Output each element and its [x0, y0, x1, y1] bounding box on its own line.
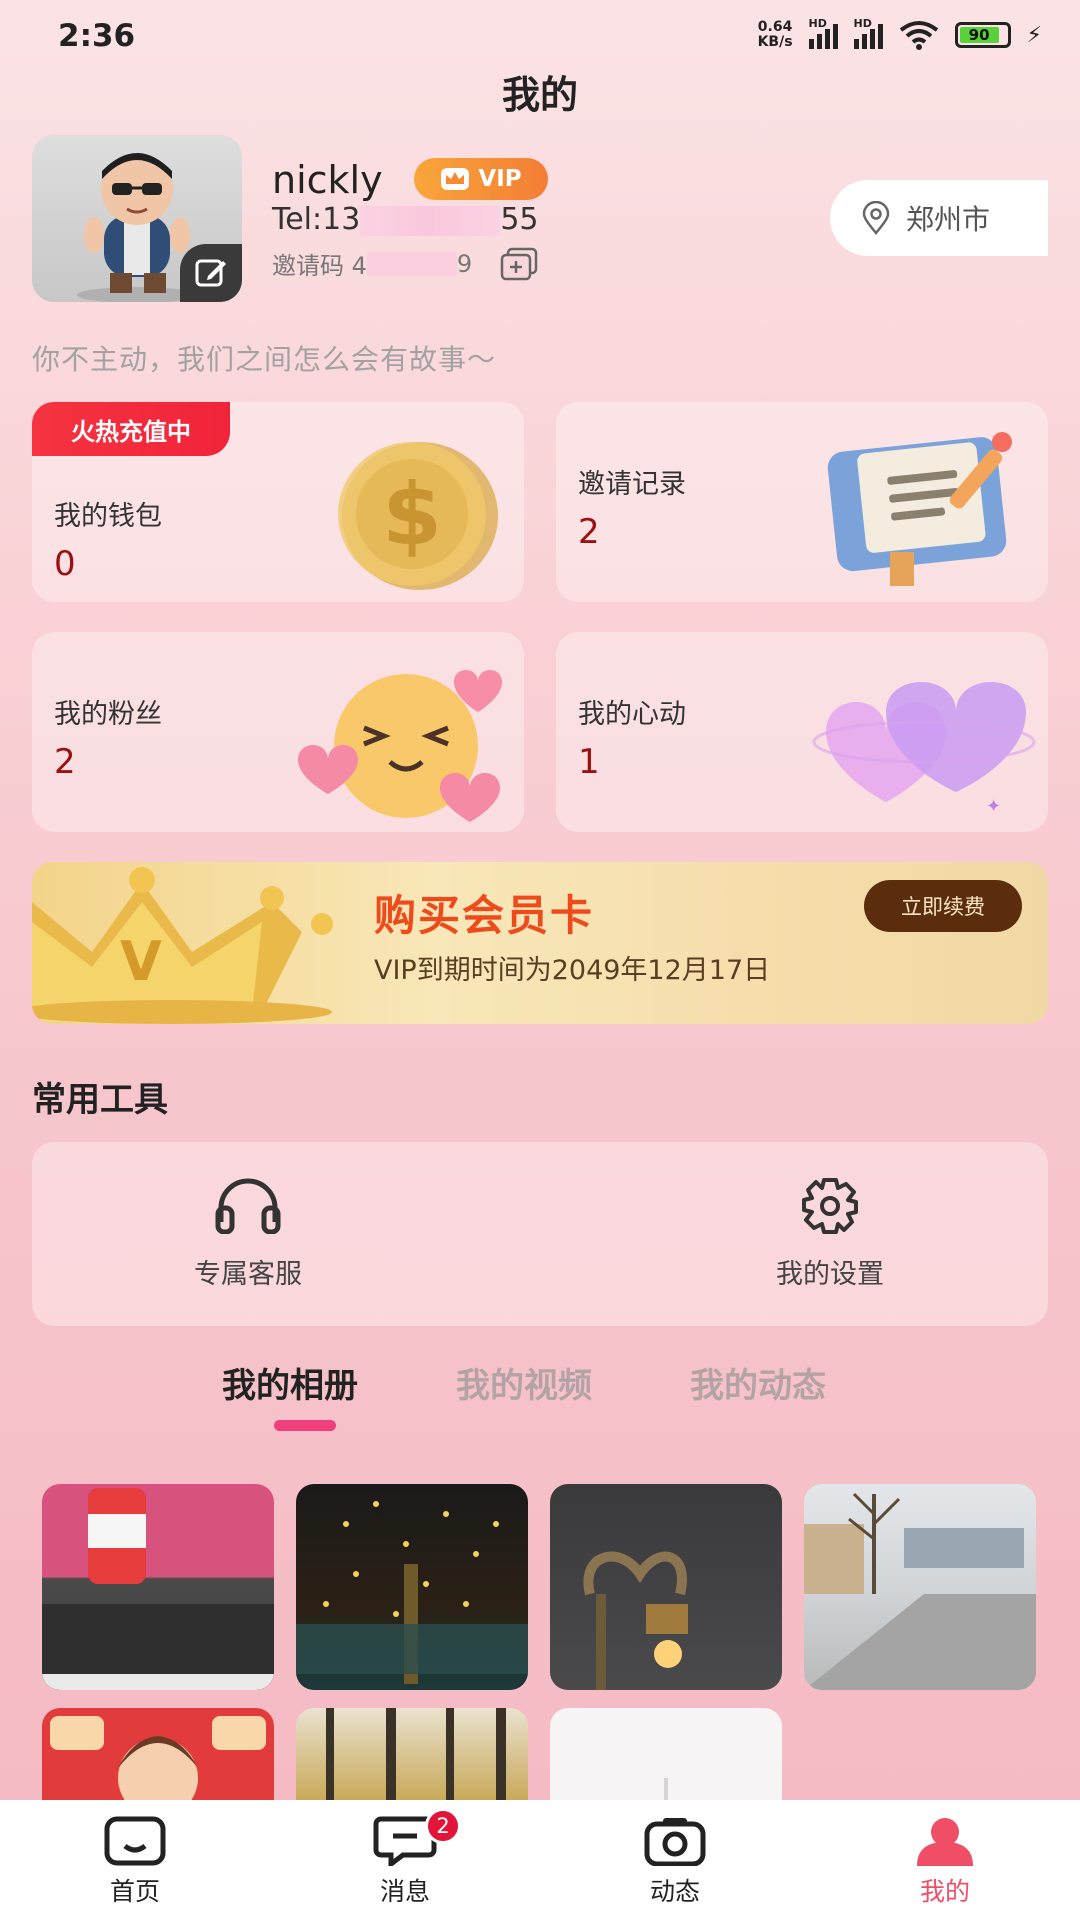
coin-icon: $: [338, 442, 498, 590]
fans-card[interactable]: 我的粉丝 2: [32, 632, 524, 832]
nav-profile[interactable]: 我的: [810, 1800, 1080, 1920]
svg-text:V: V: [120, 930, 162, 993]
nav-home-label: 首页: [109, 1877, 160, 1906]
tab-album[interactable]: 我的相册: [222, 1358, 358, 1407]
camera-icon: [644, 1818, 706, 1866]
vip-banner-title: 购买会员卡: [374, 891, 595, 940]
nav-messages-label: 消息: [379, 1877, 430, 1906]
signal-hd-label: HD: [808, 17, 827, 30]
album-photo[interactable]: [42, 1708, 274, 1800]
avatar[interactable]: [32, 135, 242, 302]
status-time: 2:36: [58, 18, 136, 54]
location-button[interactable]: 郑州市: [830, 180, 1048, 256]
night-tree-lights-image: [296, 1501, 528, 1684]
autumn-trees-image: [326, 1708, 506, 1800]
invite-code-mask: [366, 251, 457, 276]
crown-icon: [441, 168, 470, 190]
hot-recharge-tag: 火热充值中: [32, 402, 230, 456]
gear-icon: [802, 1177, 858, 1234]
renew-button[interactable]: 立即续费: [864, 880, 1022, 932]
net-speed-unit: KB/s: [757, 34, 793, 50]
heartbeat-label: 我的心动: [578, 699, 686, 730]
nav-messages[interactable]: 消息 2: [270, 1800, 540, 1920]
invite-code-label: 邀请码 4: [272, 252, 367, 280]
dragon-lamp-image: [583, 1551, 688, 1690]
status-bar: 2:36 0.64 KB/s HD HD 90 ⚡: [0, 0, 1080, 74]
net-speed: 0.64 KB/s: [758, 20, 793, 50]
cartoon-girl-image: [50, 1716, 266, 1800]
copy-icon[interactable]: [500, 247, 540, 281]
invite-records-card[interactable]: 邀请记录 2: [556, 402, 1048, 602]
tools-section-title: 常用工具: [32, 1080, 168, 1120]
invite-code: 邀请码 4 9: [272, 246, 540, 281]
tab-moments[interactable]: 我的动态: [690, 1358, 826, 1407]
wallet-label: 我的钱包: [54, 501, 162, 532]
customer-service-label: 专属客服: [194, 1258, 302, 1290]
heartbeat-value: 1: [578, 742, 600, 782]
battery-level: 90: [959, 27, 999, 43]
page-title: 我的: [501, 73, 578, 117]
location-text: 郑州市: [906, 203, 991, 236]
nav-home[interactable]: 首页: [0, 1800, 270, 1920]
signal-hd-label-2: HD: [853, 17, 872, 30]
vip-badge: VIP: [414, 158, 548, 200]
signal-icon: HD: [808, 17, 838, 49]
phone-number: Tel:13 55: [272, 202, 539, 237]
album-photo[interactable]: [296, 1484, 528, 1690]
square-trees-image: [804, 1492, 1036, 1690]
home-icon: [104, 1816, 166, 1866]
settings-button[interactable]: 我的设置: [700, 1142, 960, 1326]
bottom-navigation: 首页 消息 2 动态 我的: [0, 1800, 1080, 1920]
svg-text:$: $: [382, 465, 442, 565]
invite-code-suffix: 9: [456, 249, 473, 278]
phone-suffix: 55: [500, 202, 539, 237]
wallet-card[interactable]: 火热充值中 我的钱包 0 $: [32, 402, 524, 602]
location-pin-icon: [862, 201, 890, 235]
charging-icon: ⚡: [1026, 22, 1042, 48]
svg-text:✦: ✦: [986, 796, 1001, 817]
unread-badge: 2: [425, 1808, 461, 1844]
tab-video[interactable]: 我的视频: [456, 1358, 592, 1407]
status-icons: 0.64 KB/s HD HD 90 ⚡: [758, 17, 1042, 50]
edit-profile-button[interactable]: [180, 244, 242, 302]
album-photo[interactable]: [296, 1708, 528, 1800]
battery-icon: 90: [954, 22, 1011, 48]
album-photo[interactable]: [550, 1484, 782, 1690]
headset-icon: [215, 1178, 281, 1234]
wifi-icon: [899, 21, 938, 50]
milk-can-image: [42, 1488, 274, 1690]
settings-label: 我的设置: [776, 1258, 884, 1290]
crown-graphic-icon: V: [32, 867, 333, 1024]
nav-moments-label: 动态: [649, 1877, 700, 1906]
customer-service-button[interactable]: 专属客服: [118, 1142, 378, 1326]
phone-mask: [360, 205, 501, 236]
photo-placeholder-mark: [664, 1778, 668, 1800]
signal-icon-2: HD: [853, 17, 883, 49]
album-photo[interactable]: [550, 1708, 782, 1800]
nav-profile-label: 我的: [919, 1877, 970, 1906]
invite-records-label: 邀请记录: [578, 469, 686, 500]
album-photo[interactable]: [42, 1484, 274, 1690]
phone-prefix: Tel:13: [272, 202, 361, 237]
smiley-hearts-icon: [298, 670, 502, 822]
vip-label: VIP: [478, 166, 522, 192]
wallet-value: 0: [54, 544, 76, 584]
active-tab-indicator: [274, 1420, 336, 1431]
vip-expire-text: VIP到期时间为2049年12月17日: [374, 955, 771, 986]
net-speed-value: 0.64: [757, 19, 793, 35]
invite-records-value: 2: [578, 512, 600, 552]
hearts-icon: ✦: [812, 682, 1036, 817]
vip-membership-banner[interactable]: V 购买会员卡 VIP到期时间为2049年12月17日 立即续费: [32, 862, 1048, 1024]
fans-label: 我的粉丝: [54, 699, 162, 730]
book-icon: [827, 432, 1012, 586]
slogan: 你不主动，我们之间怎么会有故事～: [32, 343, 497, 376]
edit-icon: [195, 259, 226, 287]
username: nickly: [272, 158, 383, 202]
nav-moments[interactable]: 动态: [540, 1800, 810, 1920]
fans-value: 2: [54, 742, 76, 782]
profile-icon: [917, 1818, 973, 1866]
album-photo[interactable]: [804, 1484, 1036, 1690]
heartbeat-card[interactable]: 我的心动 1 ✦: [556, 632, 1048, 832]
